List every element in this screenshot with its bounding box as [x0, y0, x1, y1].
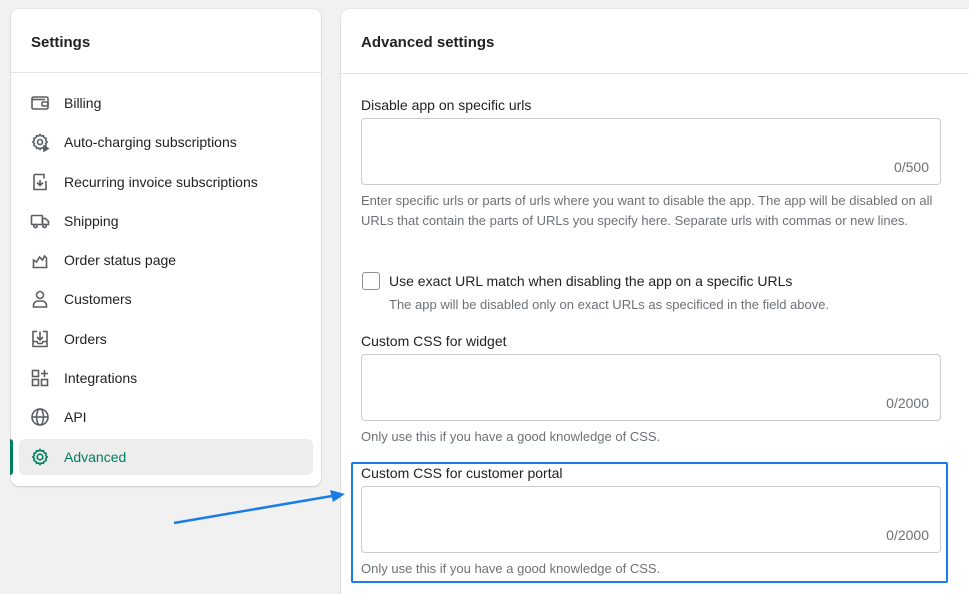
sidebar-item-label: Billing	[64, 95, 102, 111]
sidebar-item-order-status[interactable]: Order status page	[19, 242, 313, 278]
gear-play-icon	[30, 132, 50, 153]
wallet-icon	[30, 93, 50, 113]
css-widget-counter: 0/2000	[886, 395, 929, 411]
css-portal-label: Custom CSS for customer portal	[361, 465, 563, 481]
sidebar-item-label: Order status page	[64, 252, 177, 269]
sidebar-item-orders[interactable]: Orders	[19, 321, 313, 357]
disable-urls-counter: 0/500	[893, 159, 929, 175]
sidebar-item-billing[interactable]: Billing	[19, 85, 313, 121]
sidebar-item-label: Customers	[64, 291, 132, 308]
sidebar-item-integrations[interactable]: Integrations	[19, 360, 313, 396]
person-icon	[30, 289, 50, 309]
sidebar-item-label: Shipping	[64, 212, 119, 229]
disable-urls-label: Disable app on specific urls	[361, 97, 532, 113]
css-portal-help: Only use this if you have a good knowled…	[361, 561, 661, 576]
sidebar-item-label: Auto-charging subscriptions	[64, 134, 237, 151]
page: Settings Billing Auto-charging subscript…	[0, 0, 969, 594]
css-widget-textarea[interactable]: 0/2000	[361, 354, 941, 421]
inbox-download-icon	[30, 329, 50, 349]
sidebar-title: Settings	[11, 9, 321, 73]
exact-url-match-help: The app will be disabled only on exact U…	[389, 297, 830, 312]
advanced-settings-card: Advanced settings Disable app on specifi…	[341, 9, 969, 594]
gear-icon	[30, 447, 50, 467]
sidebar-item-label: Recurring invoice subscriptions	[64, 173, 258, 190]
sidebar-item-label: API	[64, 409, 87, 426]
exact-url-match-label[interactable]: Use exact URL match when disabling the a…	[389, 273, 792, 289]
settings-nav: Billing Auto-charging subscriptions Recu…	[10, 85, 313, 478]
sidebar-item-label: Orders	[64, 330, 107, 347]
sidebar-item-label: Advanced	[64, 448, 127, 465]
css-portal-counter: 0/2000	[886, 527, 929, 543]
disable-urls-help: Enter specific urls or parts of urls whe…	[361, 193, 933, 228]
globe-icon	[30, 407, 50, 427]
exact-url-match-checkbox[interactable]	[362, 272, 380, 290]
sidebar-item-customers[interactable]: Customers	[19, 281, 313, 317]
sidebar-item-recurring-invoice[interactable]: Recurring invoice subscriptions	[19, 164, 313, 200]
truck-icon	[30, 211, 50, 231]
sidebar-item-shipping[interactable]: Shipping	[19, 203, 313, 239]
sidebar-item-api[interactable]: API	[19, 399, 313, 435]
css-widget-label: Custom CSS for widget	[361, 333, 507, 349]
disable-urls-textarea[interactable]: 0/500	[361, 118, 941, 185]
page-title: Advanced settings	[341, 9, 969, 74]
order-status-icon	[30, 250, 50, 270]
sidebar-item-label: Integrations	[64, 370, 138, 387]
invoice-icon	[30, 172, 50, 192]
apps-icon	[30, 368, 50, 388]
sidebar-item-auto-charging[interactable]: Auto-charging subscriptions	[19, 124, 313, 160]
css-portal-textarea[interactable]: 0/2000	[361, 486, 941, 553]
sidebar-item-advanced[interactable]: Advanced	[10, 438, 313, 475]
settings-sidebar: Settings Billing Auto-charging subscript…	[10, 9, 321, 486]
css-widget-help: Only use this if you have a good knowled…	[361, 429, 661, 444]
